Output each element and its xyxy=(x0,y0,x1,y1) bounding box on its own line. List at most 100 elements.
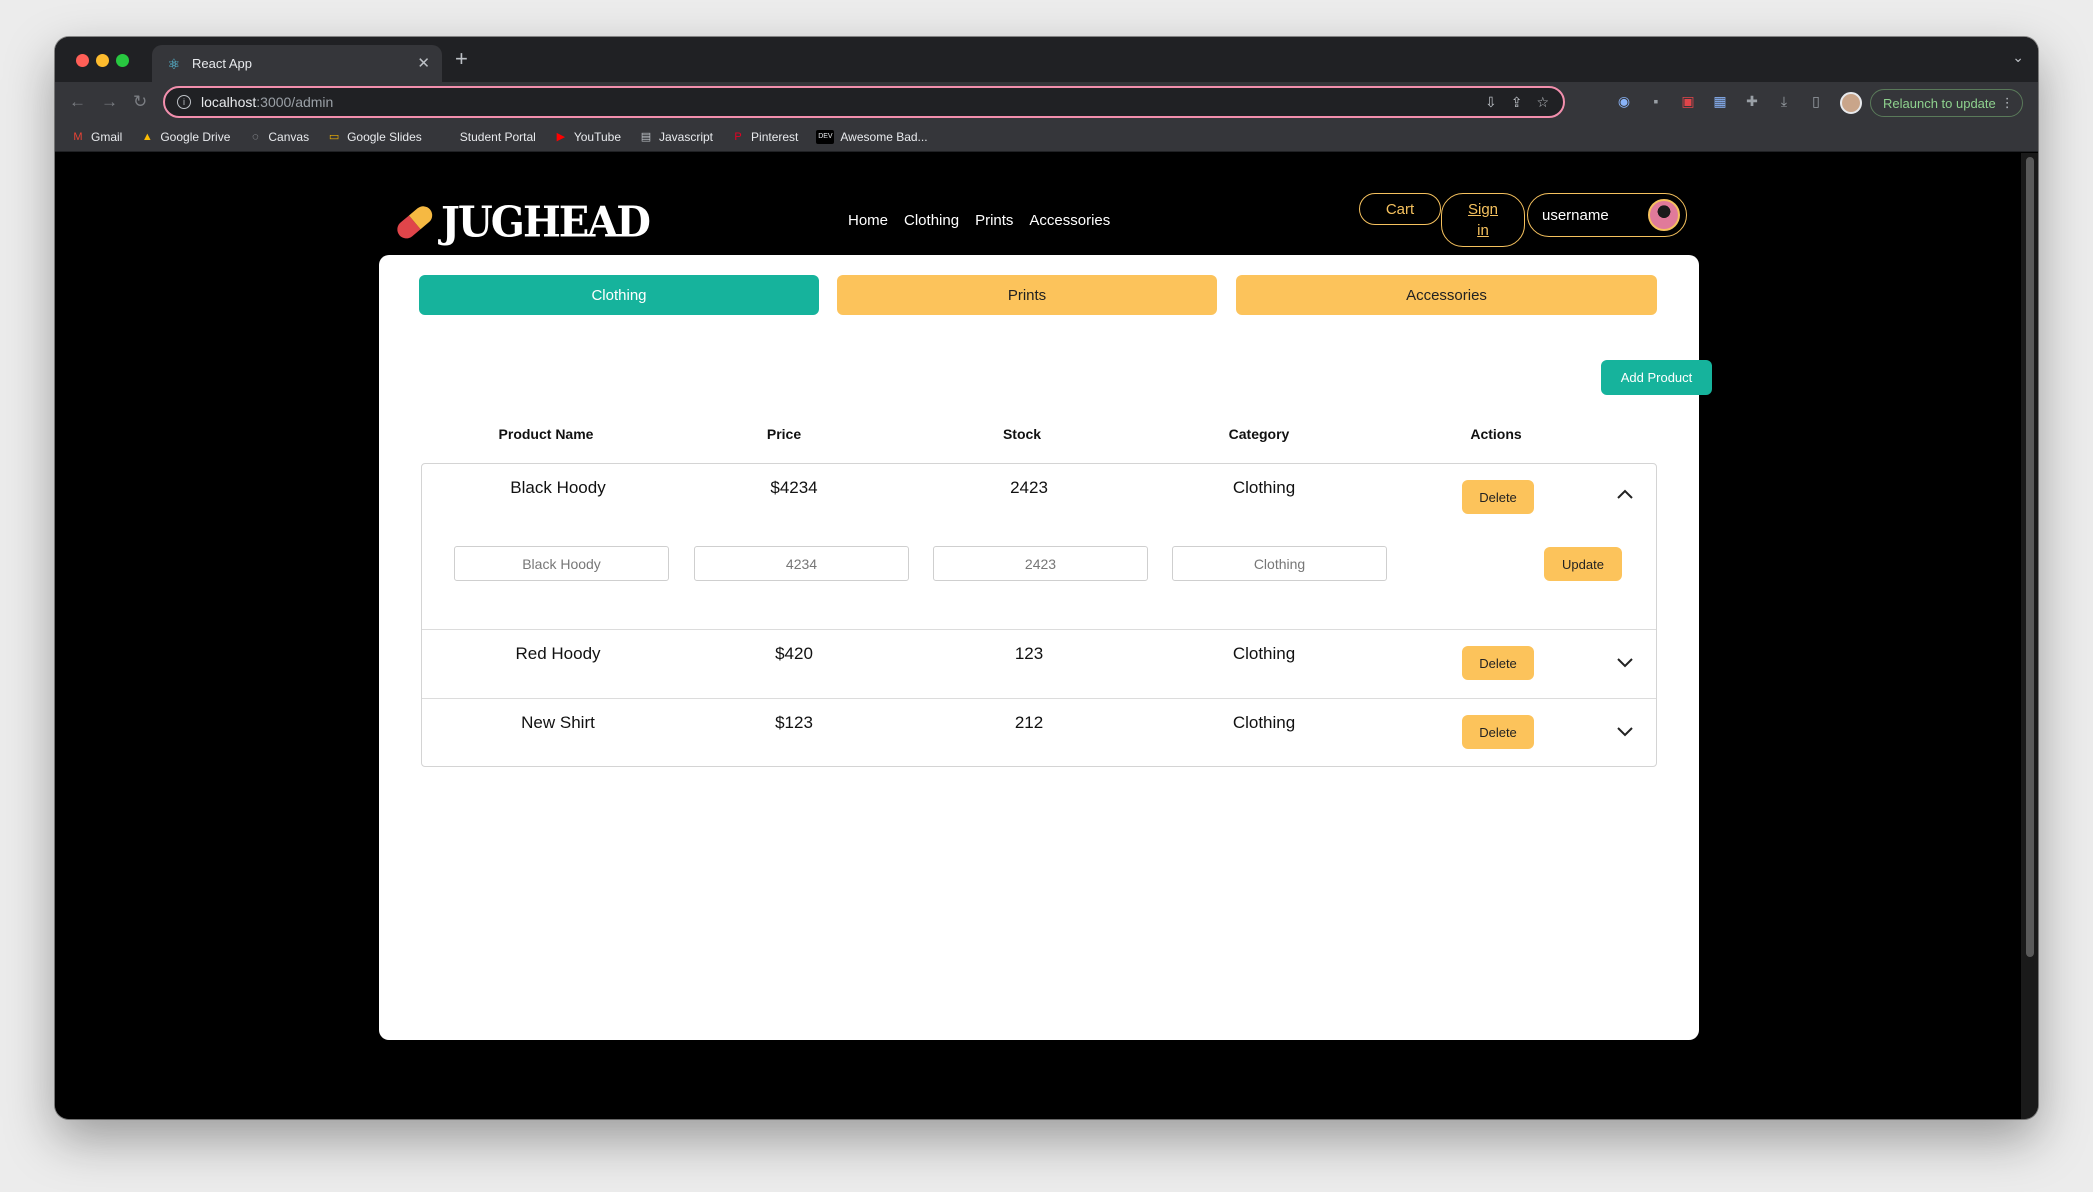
site-logo[interactable]: JUGHEAD xyxy=(393,198,651,247)
bookmark-label: Google Drive xyxy=(160,129,231,144)
browser-toolbar: ← → ↻ i localhost :3000/admin ⇩ ⇪ ☆ ◉ ▪ … xyxy=(55,82,2038,122)
extension-icon[interactable]: ◉ xyxy=(1615,93,1633,110)
edit-stock-input[interactable]: 2423 xyxy=(933,546,1148,581)
nav-accessories[interactable]: Accessories xyxy=(1029,212,1110,229)
extension-icon[interactable]: ▣ xyxy=(1679,93,1697,110)
extension-icon[interactable]: ▦ xyxy=(1711,93,1729,110)
scrollbar-thumb[interactable] xyxy=(2026,157,2034,957)
bookmark-label: Pinterest xyxy=(751,129,799,144)
tab-title: React App xyxy=(192,56,252,71)
edit-price-input[interactable]: 4234 xyxy=(694,546,909,581)
tab-prints[interactable]: Prints xyxy=(837,275,1217,315)
browser-window: ⚛ React App ✕ + ⌄ ← → ↻ i localhost :300… xyxy=(55,37,2038,1119)
extension-icon[interactable]: ▪ xyxy=(1647,93,1665,110)
price-cell: $420 xyxy=(775,644,813,663)
google-drive-icon: ▲ xyxy=(141,130,153,143)
update-button[interactable]: Update xyxy=(1544,547,1622,581)
user-menu-button[interactable]: username xyxy=(1527,193,1687,237)
products-table: Black Hoody $4234 2423 Clothing Delete B… xyxy=(421,463,1657,767)
browser-tab[interactable]: ⚛ React App ✕ xyxy=(152,45,442,82)
sidepanel-icon[interactable]: ▯ xyxy=(1807,93,1825,110)
download-icon[interactable]: ⤓ xyxy=(1775,93,1793,110)
column-header-category: Category xyxy=(1228,426,1290,442)
admin-panel: Clothing Prints Accessories Add Product … xyxy=(379,255,1712,1040)
bookmark-label: YouTube xyxy=(573,129,621,144)
close-tab-icon[interactable]: ✕ xyxy=(417,54,430,72)
bookmark-item[interactable]: P Pinterest xyxy=(731,130,798,144)
bookmark-item[interactable]: ◌ Canvas xyxy=(248,130,309,144)
delete-button[interactable]: Delete xyxy=(1462,480,1534,514)
edit-name-input[interactable]: Black Hoody xyxy=(454,546,669,581)
url-host: localhost xyxy=(201,94,257,110)
relaunch-button[interactable]: Relaunch to update ⋮ xyxy=(1870,89,2023,117)
address-bar[interactable]: i localhost :3000/admin ⇩ ⇪ ☆ xyxy=(163,86,1565,118)
folder-icon: ▤ xyxy=(640,130,652,143)
tab-clothing[interactable]: Clothing xyxy=(419,275,819,315)
bookmark-item[interactable]: ▤ Javascript xyxy=(639,130,713,144)
chevron-up-icon[interactable] xyxy=(1614,484,1636,506)
product-name-cell: Black Hoody xyxy=(510,478,606,497)
bookmark-label: Awesome Bad... xyxy=(840,129,928,144)
column-header-stock: Stock xyxy=(1002,426,1042,442)
pinterest-icon: P xyxy=(734,130,742,143)
back-icon[interactable]: ← xyxy=(69,92,86,112)
reload-icon[interactable]: ↻ xyxy=(133,92,147,112)
student-portal-icon xyxy=(440,130,454,144)
product-name-cell: New Shirt xyxy=(521,713,595,732)
bookmark-item[interactable]: ▲ Google Drive xyxy=(140,130,230,144)
tab-accessories[interactable]: Accessories xyxy=(1236,275,1657,315)
sign-in-button[interactable]: Sign in xyxy=(1441,193,1525,247)
sign-in-label-line2: in xyxy=(1477,222,1489,239)
delete-button[interactable]: Delete xyxy=(1462,646,1534,680)
more-icon[interactable]: ⋮ xyxy=(2001,95,2014,111)
cart-button[interactable]: Cart xyxy=(1359,193,1441,225)
add-product-button[interactable]: Add Product xyxy=(1601,360,1712,395)
category-cell: Clothing xyxy=(1232,644,1296,663)
bookmark-label: Student Portal xyxy=(459,129,536,144)
youtube-icon: ▶ xyxy=(556,130,566,143)
relaunch-label: Relaunch to update xyxy=(1883,95,1996,111)
maximize-window-button[interactable] xyxy=(116,54,129,67)
bookmark-item[interactable]: ▭ Google Slides xyxy=(327,130,422,144)
product-name-cell: Red Hoody xyxy=(515,644,601,663)
bookmark-item[interactable]: DEV Awesome Bad... xyxy=(816,129,928,144)
chevron-down-icon[interactable] xyxy=(1614,720,1636,742)
install-icon[interactable]: ⇩ xyxy=(1485,94,1497,111)
react-icon: ⚛ xyxy=(167,55,181,72)
delete-button[interactable]: Delete xyxy=(1462,715,1534,749)
category-cell: Clothing xyxy=(1232,713,1296,732)
username-label: username xyxy=(1542,206,1609,224)
price-cell: $123 xyxy=(775,713,813,732)
bookmark-star-icon[interactable]: ☆ xyxy=(1536,94,1549,111)
edit-category-input[interactable]: Clothing xyxy=(1172,546,1387,581)
page-viewport: JUGHEAD Home Clothing Prints Accessories… xyxy=(55,153,2021,1119)
avatar xyxy=(1648,199,1680,231)
puzzle-icon[interactable]: ✚ xyxy=(1743,93,1761,110)
gmail-icon: M xyxy=(73,130,83,143)
minimize-window-button[interactable] xyxy=(96,54,109,67)
bookmark-label: Gmail xyxy=(91,129,123,144)
bookmark-label: Google Slides xyxy=(347,129,422,144)
bookmark-item[interactable]: M Gmail xyxy=(71,130,122,144)
tab-search-icon[interactable]: ⌄ xyxy=(2012,49,2024,66)
nav-clothing[interactable]: Clothing xyxy=(904,212,959,229)
new-tab-button[interactable]: + xyxy=(455,48,468,70)
forward-icon[interactable]: → xyxy=(101,92,118,112)
main-nav: Home Clothing Prints Accessories xyxy=(848,212,1110,229)
chevron-down-icon[interactable] xyxy=(1614,651,1636,673)
tab-bar: ⚛ React App ✕ + ⌄ xyxy=(55,37,2038,82)
category-cell: Clothing xyxy=(1232,478,1296,497)
site-info-icon[interactable]: i xyxy=(177,95,191,109)
extensions-area: ◉ ▪ ▣ ▦ ✚ ⤓ ▯ xyxy=(1615,93,1825,110)
column-header-product-name: Product Name xyxy=(498,426,594,442)
share-icon[interactable]: ⇪ xyxy=(1511,94,1523,111)
canvas-icon: ◌ xyxy=(252,130,259,143)
nav-prints[interactable]: Prints xyxy=(975,212,1013,229)
bookmark-label: Canvas xyxy=(268,129,310,144)
profile-avatar[interactable] xyxy=(1840,92,1862,114)
close-window-button[interactable] xyxy=(76,54,89,67)
page-scrollbar[interactable] xyxy=(2021,153,2038,1119)
bookmark-item[interactable]: ▶ YouTube xyxy=(554,130,621,144)
nav-home[interactable]: Home xyxy=(848,212,888,229)
bookmark-item[interactable]: Student Portal xyxy=(440,130,536,144)
